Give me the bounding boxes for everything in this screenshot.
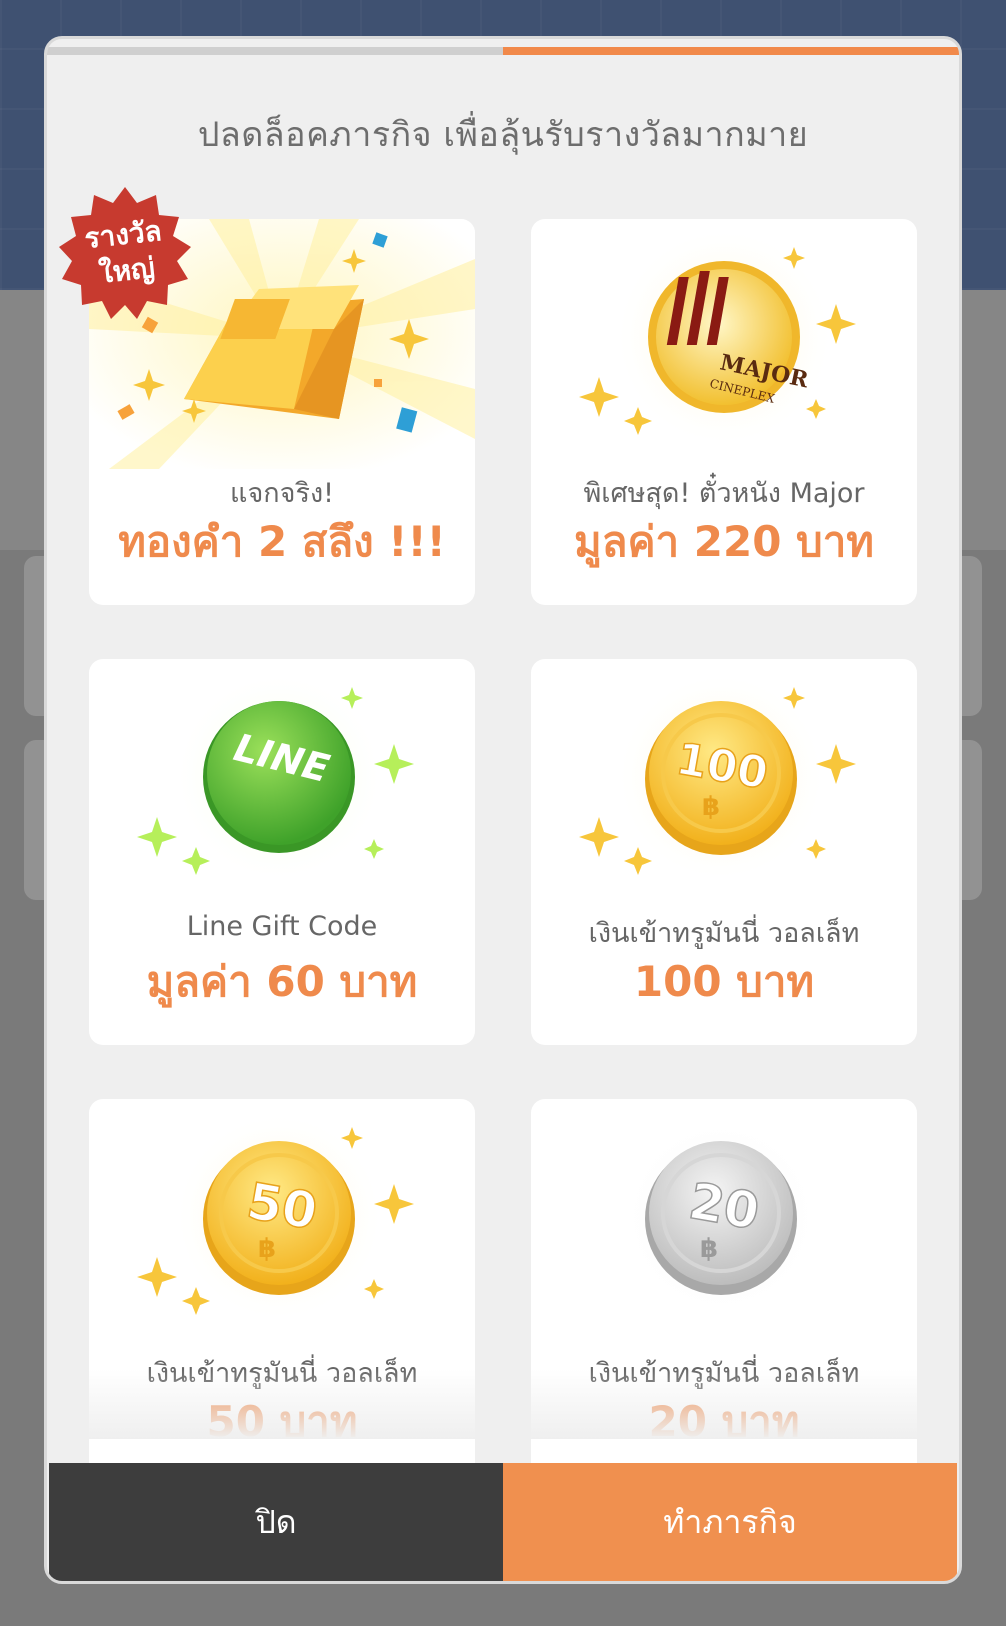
progress-bar: [47, 47, 959, 55]
reward-card-truemoney-100[interactable]: 100 ฿ เงินเข้าทรูมันนี่ วอลเล็ท 100 บาท: [531, 659, 917, 1045]
modal-headline: ปลดล็อคภารกิจ เพื่อลุ้นรับรางวัลมากมาย: [197, 115, 809, 155]
gold-coin-100-icon: 100 ฿: [579, 672, 856, 882]
big-prize-badge: รางวัล ใหญ่: [55, 185, 195, 325]
scroll-fade: [47, 1369, 959, 1439]
progress-fill: [503, 47, 959, 55]
card-value: มูลค่า 60 บาท: [146, 957, 418, 1006]
line-coin-icon: LINE: [137, 672, 414, 882]
coin-text: 50: [243, 1172, 322, 1241]
reward-card-line[interactable]: LINE Line Gift Code มูลค่า 60 บาท: [89, 659, 475, 1045]
coin-subtext: ฿: [702, 792, 720, 822]
card-subtitle: Line Gift Code: [186, 911, 378, 942]
reward-modal: ปลดล็อคภารกิจ เพื่อลุ้นรับรางวัลมากมาย แ…: [44, 36, 962, 1584]
card-subtitle: พิเศษสุด! ตั๋วหนัง Major: [583, 478, 865, 509]
coin-text: 20: [685, 1172, 764, 1241]
card-value: มูลค่า 220 บาท: [574, 517, 874, 566]
coin-subtext: ฿: [258, 1234, 276, 1264]
card-subtitle: เงินเข้าทรูมันนี่ วอลเล็ท: [588, 918, 860, 949]
do-mission-button[interactable]: ทำภารกิจ: [503, 1463, 957, 1581]
modal-footer: ปิด ทำภารกิจ: [49, 1463, 957, 1581]
card-value: ทองคำ 2 สลึง !!!: [118, 517, 446, 566]
silver-coin-20-icon: 20 ฿: [621, 1117, 821, 1317]
close-button[interactable]: ปิด: [49, 1463, 503, 1581]
gold-coin-50-icon: 50 ฿: [137, 1112, 414, 1322]
coin-subtext: ฿: [700, 1234, 718, 1264]
reward-card-major[interactable]: MAJOR CINEPLEX พิเศษสุด! ตั๋วหนัง Major …: [531, 219, 917, 605]
major-cineplex-coin-icon: MAJOR CINEPLEX: [579, 227, 856, 447]
card-subtitle: แจกจริง!: [230, 478, 334, 509]
card-value: 100 บาท: [633, 957, 815, 1006]
